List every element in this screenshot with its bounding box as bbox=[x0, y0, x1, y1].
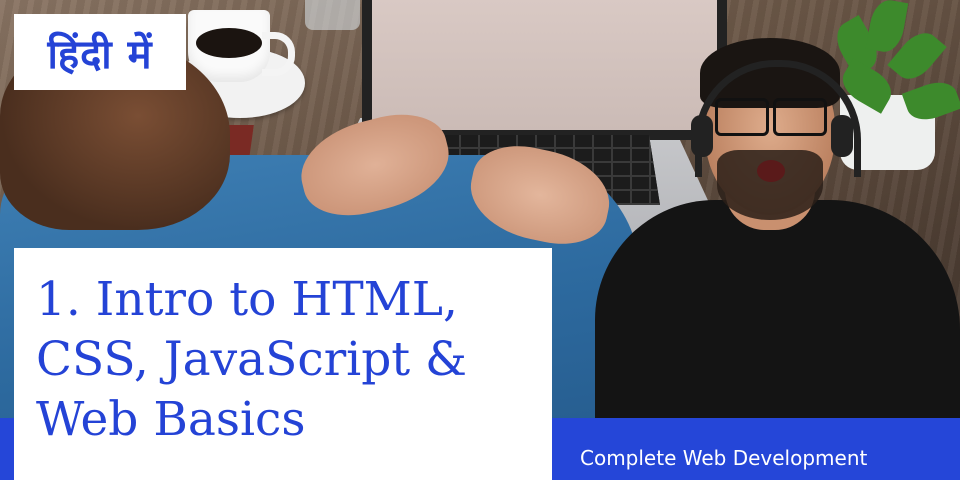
presenter-tshirt bbox=[595, 200, 960, 440]
video-title: 1. Intro to HTML, CSS, JavaScript & Web … bbox=[36, 270, 467, 450]
headphone-earcup-left bbox=[691, 115, 713, 157]
coffee bbox=[196, 28, 262, 58]
title-line: Web Basics bbox=[36, 392, 306, 447]
language-badge: हिंदी में bbox=[14, 14, 186, 90]
series-label: Complete Web Development bbox=[580, 446, 868, 470]
title-line: CSS, JavaScript & bbox=[36, 332, 467, 387]
title-card: 1. Intro to HTML, CSS, JavaScript & Web … bbox=[14, 248, 552, 480]
water-glass bbox=[305, 0, 360, 30]
title-line: 1. Intro to HTML, bbox=[36, 272, 458, 327]
presenter bbox=[595, 20, 960, 440]
headphone-earcup-right bbox=[831, 115, 853, 157]
language-badge-text: हिंदी में bbox=[47, 31, 153, 78]
